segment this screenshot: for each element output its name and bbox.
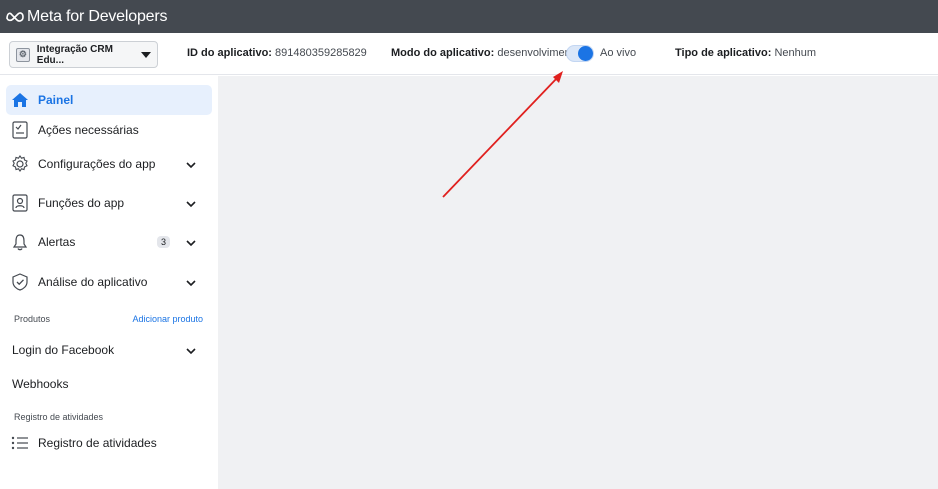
checklist-icon	[10, 120, 30, 140]
sidebar-item-configuracoes[interactable]: Configurações do app	[6, 149, 212, 179]
chevron-down-icon	[186, 236, 196, 250]
sidebar-item-registro[interactable]: Registro de atividades	[6, 428, 212, 458]
sidebar-item-analise[interactable]: Análise do aplicativo	[6, 267, 212, 297]
top-bar: Meta for Developers	[0, 0, 938, 33]
sidebar-item-label: Funções do app	[38, 196, 125, 210]
sidebar-item-label: Configurações do app	[38, 157, 156, 171]
app-mode-label: Modo do aplicativo:	[391, 47, 495, 59]
app-id-value: 891480359285829	[275, 47, 367, 59]
chevron-down-icon	[186, 158, 196, 172]
chevron-down-icon	[186, 276, 196, 290]
app-mode-info: Modo do aplicativo: desenvolvimento	[391, 47, 580, 59]
sidebar-item-label: Webhooks	[12, 377, 69, 391]
activity-section-heading: Registro de atividades	[14, 412, 104, 422]
app-type-info: Tipo de aplicativo: Nenhum	[675, 47, 816, 59]
app-info-bar: ⚙ Integração CRM Edu... ID do aplicativo…	[0, 33, 938, 75]
sidebar-item-acoes[interactable]: Ações necessárias	[6, 115, 212, 145]
meta-logo[interactable]: Meta for Developers	[6, 8, 167, 26]
app-id-label: ID do aplicativo:	[187, 47, 272, 59]
shield-check-icon	[10, 272, 30, 292]
user-card-icon	[10, 193, 30, 213]
sidebar-item-label: Alertas	[38, 235, 76, 249]
sidebar: Painel Ações necessárias Configurações d…	[0, 76, 218, 489]
home-icon	[10, 90, 30, 110]
sidebar-item-painel[interactable]: Painel	[6, 85, 212, 115]
add-product-link[interactable]: Adicionar produto	[132, 314, 203, 324]
app-gear-icon: ⚙	[16, 47, 30, 62]
chevron-down-icon	[186, 344, 196, 358]
list-icon	[10, 433, 30, 453]
app-id-info: ID do aplicativo: 891480359285829	[187, 47, 367, 59]
bell-icon	[10, 232, 30, 252]
sidebar-item-webhooks[interactable]: Webhooks	[6, 369, 212, 399]
app-selector-dropdown[interactable]: ⚙ Integração CRM Edu...	[9, 41, 158, 68]
app-selector-label: Integração CRM Edu...	[36, 43, 113, 66]
sidebar-item-login-facebook[interactable]: Login do Facebook	[6, 335, 212, 365]
sidebar-item-label: Ações necessárias	[38, 123, 139, 137]
chevron-down-icon	[186, 197, 196, 211]
products-section-heading: Produtos	[14, 314, 51, 324]
logo-text: Meta for Developers	[27, 7, 168, 25]
main-content	[218, 76, 938, 489]
app-type-label: Tipo de aplicativo:	[675, 47, 772, 59]
caret-down-icon	[141, 51, 151, 58]
sidebar-item-label: Registro de atividades	[38, 436, 157, 450]
app-mode-live: Ao vivo	[600, 47, 637, 59]
alert-count-badge: 3	[156, 236, 170, 248]
sidebar-item-alertas[interactable]: Alertas 3	[6, 227, 212, 257]
sidebar-item-label: Painel	[38, 93, 74, 107]
sidebar-item-label: Login do Facebook	[12, 343, 115, 357]
toggle-knob	[578, 46, 593, 61]
meta-infinity-icon	[6, 12, 24, 22]
sidebar-item-funcoes[interactable]: Funções do app	[6, 188, 212, 218]
gear-icon	[10, 154, 30, 174]
app-type-value: Nenhum	[774, 47, 817, 59]
app-mode-toggle[interactable]	[566, 45, 594, 62]
sidebar-item-label: Análise do aplicativo	[38, 275, 148, 289]
